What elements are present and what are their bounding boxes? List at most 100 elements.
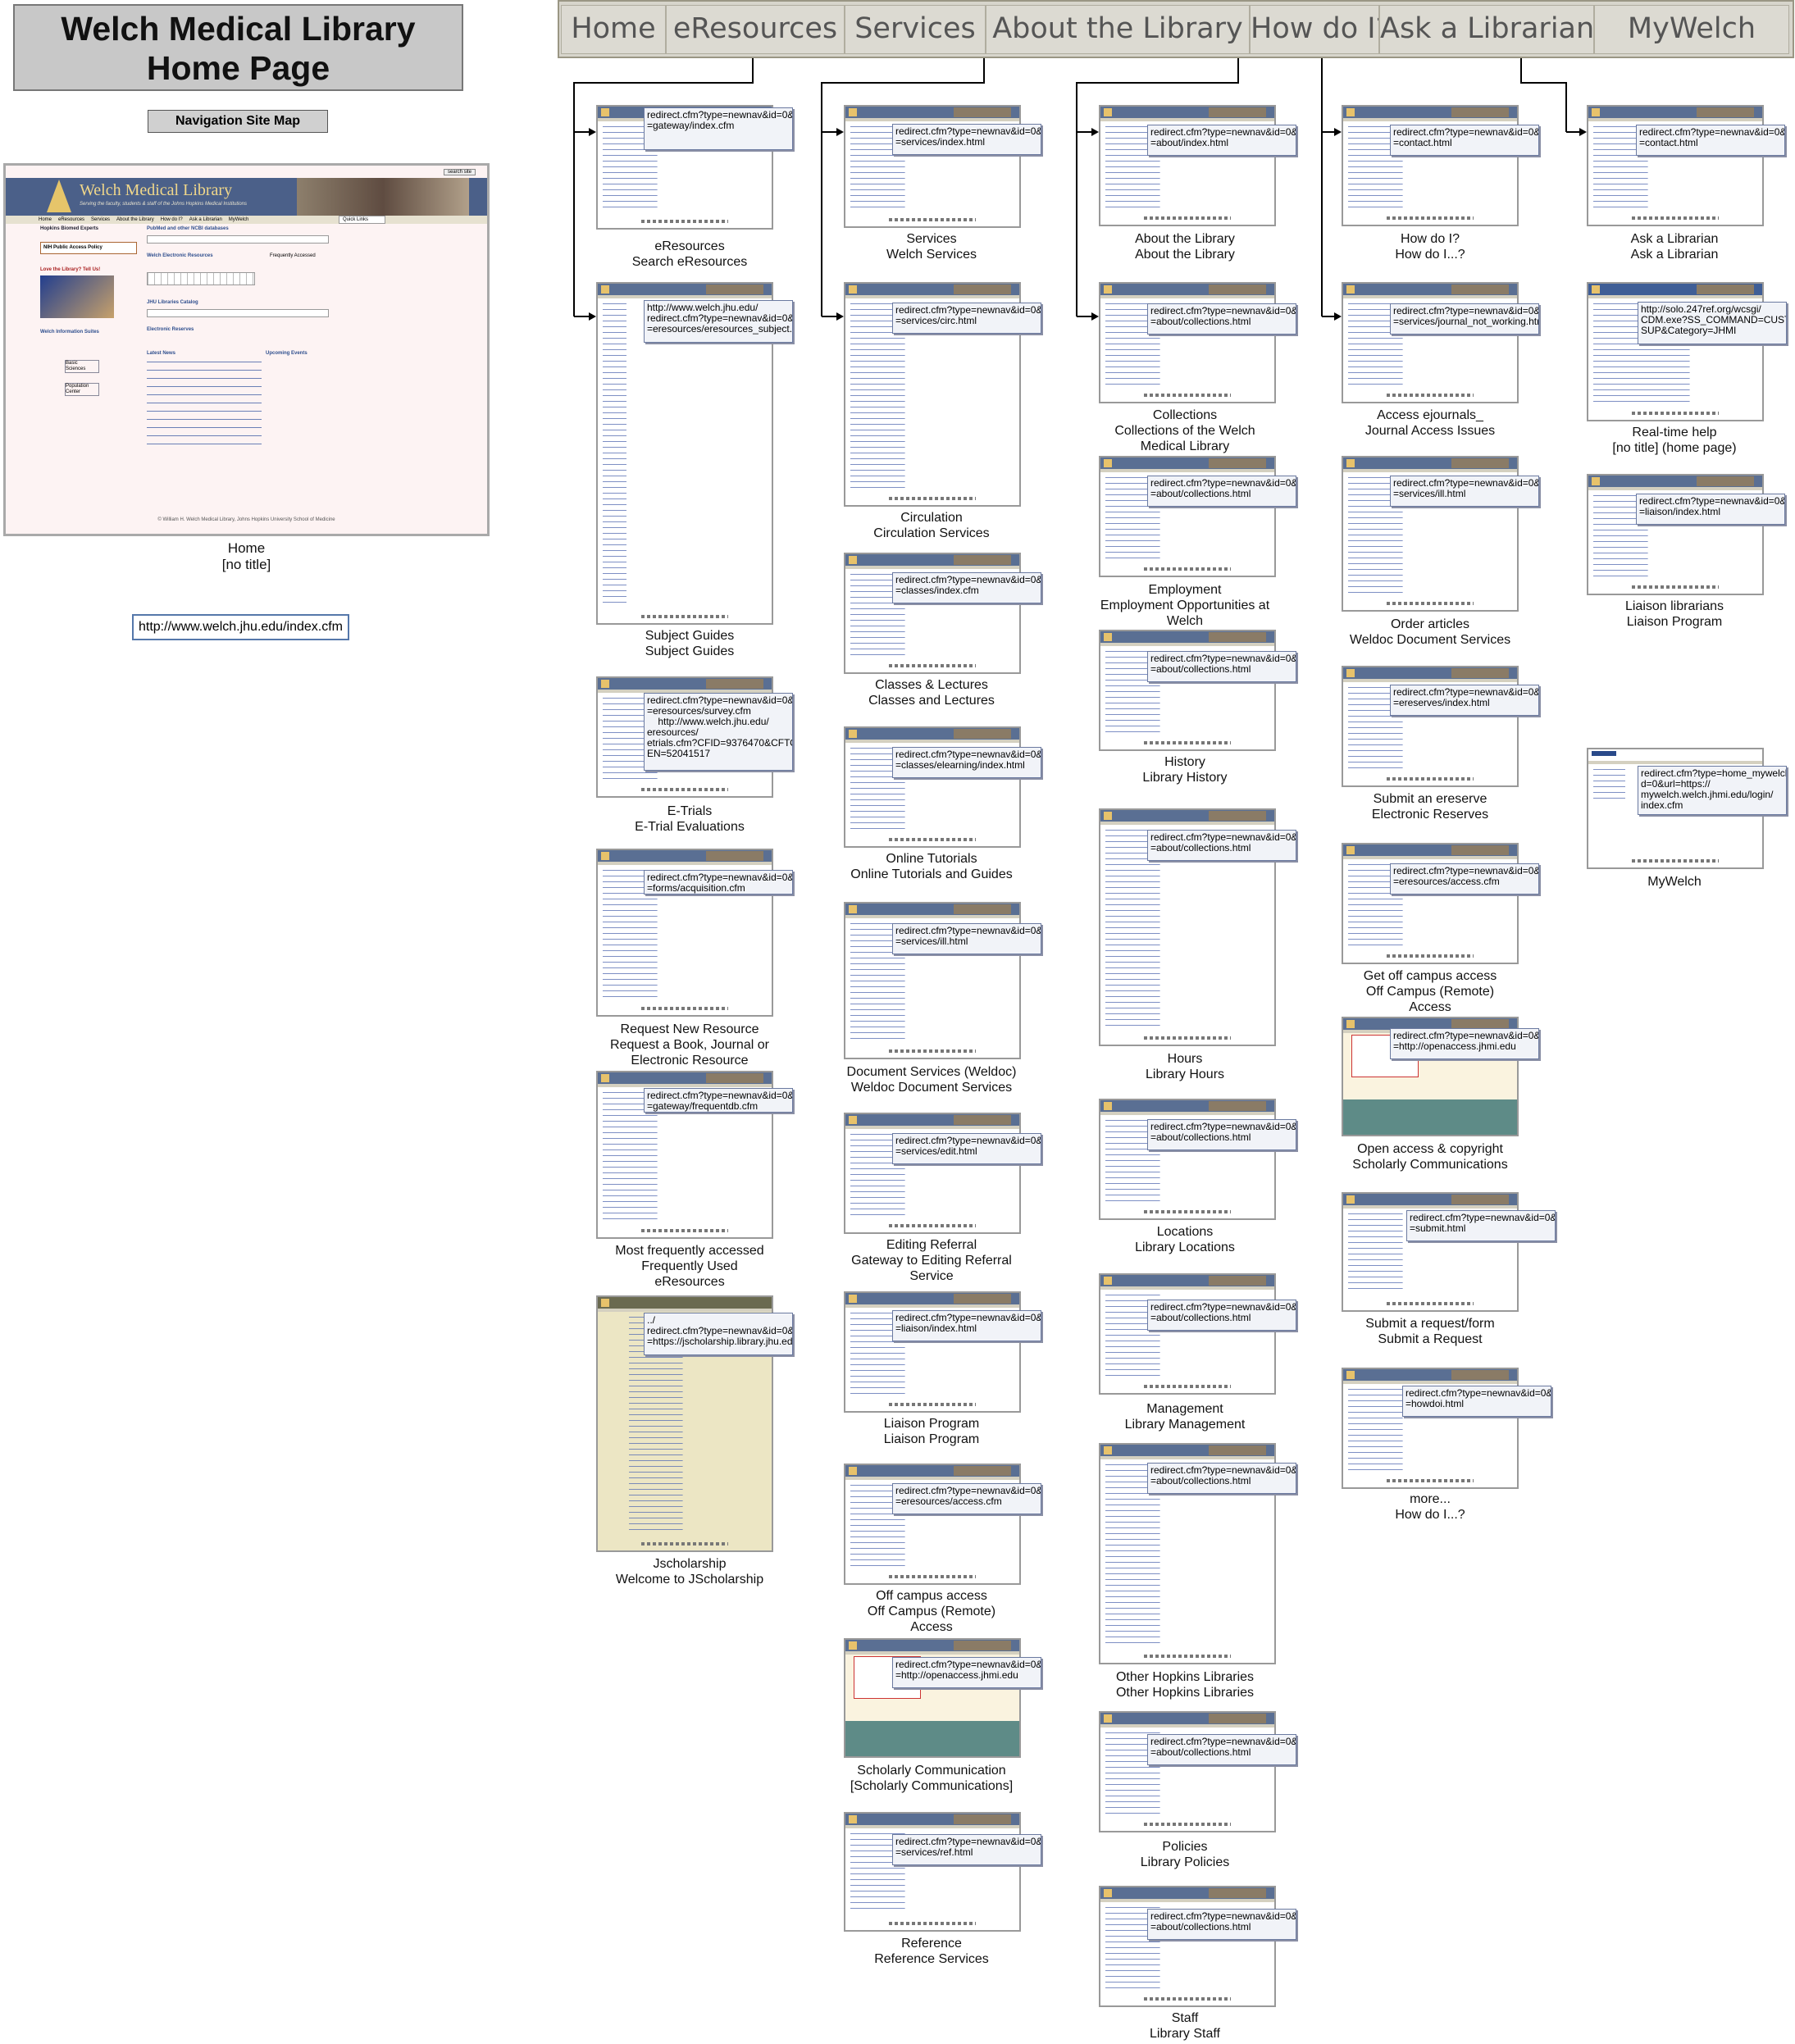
caption-how-ereserve: Submit an ereserve Electronic Reserves <box>1371 792 1489 822</box>
thumb-nav <box>845 295 1019 298</box>
thumb-header <box>598 678 772 690</box>
thumb-logo-icon <box>849 285 857 294</box>
thumb-logo-icon <box>1104 812 1112 820</box>
url-tooltip-how-submit: redirect.cfm?type=newnav&id=0&url =submi… <box>1406 1210 1556 1241</box>
caption-serv-edit: Editing Referral Gateway to Editing Refe… <box>851 1238 1012 1283</box>
url-tooltip-about-management: redirect.cfm?type=newnav&id=0&url =about… <box>1147 1300 1296 1331</box>
thumb-footer <box>889 664 976 667</box>
url-tooltip-serv-edit: redirect.cfm?type=newnav&id=0&url =servi… <box>892 1133 1041 1164</box>
thumb-logo-icon <box>601 285 609 294</box>
thumb-nav <box>1100 118 1274 121</box>
thumb-footer <box>889 218 976 221</box>
thumb-footer <box>889 1049 976 1053</box>
thumb-footer <box>641 1542 728 1546</box>
caption-about-history: History Library History <box>1142 755 1228 785</box>
url-tooltip-mywelch: redirect.cfm?type=home_mywelch&i d=0&url… <box>1638 766 1787 815</box>
thumb-nav <box>1100 469 1274 472</box>
page-thumbnail-serv-access[interactable] <box>844 1464 1021 1585</box>
page-thumbnail-serv-tutorials[interactable] <box>844 726 1021 848</box>
thumb-nav <box>845 1651 1019 1655</box>
thumb-nav <box>1343 679 1517 682</box>
url-tooltip-about-collections: redirect.cfm?type=newnav&id=0&url =about… <box>1147 303 1296 335</box>
thumb-header <box>1100 458 1274 469</box>
thumb-footer <box>641 615 728 618</box>
page-thumbnail-ask-contact[interactable] <box>1587 105 1764 226</box>
thumb-header <box>1100 631 1274 643</box>
page-thumbnail-about-history[interactable] <box>1099 630 1276 751</box>
page-thumbnail-how-index[interactable] <box>1342 105 1519 226</box>
page-thumbnail-about-policies[interactable] <box>1099 1711 1276 1832</box>
page-thumbnail-ask-liaison[interactable] <box>1587 474 1764 595</box>
page-thumbnail-how-access[interactable] <box>1342 843 1519 964</box>
thumb-header <box>1343 844 1517 856</box>
thumb-nav <box>1343 295 1517 298</box>
thumb-footer <box>1632 412 1719 415</box>
thumb-nav <box>598 862 772 865</box>
url-tooltip-ask-liaison: redirect.cfm?type=newnav&id=0&url =liais… <box>1636 494 1785 525</box>
url-tooltip-about-locations: redirect.cfm?type=newnav&id=0&url =about… <box>1147 1119 1296 1150</box>
thumb-oa-band <box>1343 1099 1517 1135</box>
thumb-logo-icon <box>1346 1020 1355 1028</box>
page-thumbnail-serv-classes[interactable] <box>844 553 1021 674</box>
thumb-logo-icon <box>601 108 609 116</box>
thumb-logo-icon <box>601 1299 609 1307</box>
caption-ask-realtime: Real-time help [no title] (home page) <box>1612 426 1737 455</box>
thumb-header <box>598 284 772 295</box>
thumb-footer <box>1144 1036 1231 1040</box>
caption-eres-jscholarship: Jscholarship Welcome to JScholarship <box>615 1557 764 1586</box>
url-tooltip-how-ill: redirect.cfm?type=newnav&id=0&url =servi… <box>1390 476 1539 507</box>
caption-serv-access: Off campus access Off Campus (Remote) Ac… <box>867 1589 996 1634</box>
url-tooltip-eres-gateway: redirect.cfm?type=newnav&id=0&url =gatew… <box>644 107 793 150</box>
thumb-logo-icon <box>849 1815 857 1823</box>
thumb-nav <box>1100 1724 1274 1728</box>
caption-about-locations: Locations Library Locations <box>1135 1225 1235 1254</box>
thumb-footer <box>1144 394 1231 397</box>
caption-about-employment: Employment Employment Opportunities at W… <box>1100 583 1270 628</box>
url-tooltip-ask-realtime: http://solo.247ref.org/wcsgi/ CDM.exe?SS… <box>1638 302 1787 344</box>
thumb-header <box>598 1072 772 1084</box>
caption-serv-ref: Reference Reference Services <box>874 1937 989 1966</box>
thumb-nav <box>1343 118 1517 121</box>
thumb-nav <box>598 295 772 298</box>
thumb-logo-icon <box>1104 108 1112 116</box>
thumb-header <box>1100 1887 1274 1899</box>
caption-eres-subject: Subject Guides Subject Guides <box>645 629 735 658</box>
connector <box>1520 58 1567 132</box>
url-tooltip-eres-jscholarship: ../ redirect.cfm?type=newnav&id=0&url =h… <box>644 1313 793 1355</box>
page-thumbnail-about-employment[interactable] <box>1099 456 1276 577</box>
thumb-footer <box>1144 1385 1231 1388</box>
page-thumbnail-serv-edit[interactable] <box>844 1113 1021 1234</box>
url-tooltip-about-index: redirect.cfm?type=newnav&id=0&url =about… <box>1147 125 1296 156</box>
caption-ask-liaison: Liaison librarians Liaison Program <box>1624 599 1724 629</box>
caption-how-index: How do I? How do I...? <box>1395 232 1465 262</box>
thumb-header <box>1588 107 1762 118</box>
thumb-logo-icon <box>849 108 857 116</box>
thumb-logo-icon <box>1104 633 1112 641</box>
page-thumbnail-how-journal[interactable] <box>1342 282 1519 403</box>
url-tooltip-about-hours: redirect.cfm?type=newnav&id=0&url =about… <box>1147 830 1296 861</box>
thumb-logo-icon <box>849 730 857 738</box>
page-thumbnail-about-staff[interactable] <box>1099 1886 1276 2007</box>
thumb-nav <box>1100 822 1274 825</box>
page-thumbnail-serv-oa[interactable] <box>844 1638 1021 1758</box>
page-thumbnail-about-index[interactable] <box>1099 105 1276 226</box>
caption-how-ill: Order articles Weldoc Document Services <box>1349 617 1511 647</box>
thumb-footer <box>1144 1997 1231 2001</box>
thumb-header <box>845 1465 1019 1477</box>
thumb-footer <box>641 220 728 223</box>
thumb-footer <box>1144 1210 1231 1213</box>
page-thumbnail-about-management[interactable] <box>1099 1273 1276 1395</box>
thumb-nav <box>845 118 1019 121</box>
thumb-footer <box>641 788 728 791</box>
thumb-logo-icon <box>1592 751 1616 756</box>
thumb-footer <box>1632 585 1719 589</box>
url-tooltip-serv-classes: redirect.cfm?type=newnav&id=0&url =class… <box>892 572 1041 603</box>
page-thumbnail-serv-ref[interactable] <box>844 1812 1021 1932</box>
page-thumbnail-about-locations[interactable] <box>1099 1099 1276 1220</box>
thumb-footer <box>1144 1655 1231 1658</box>
thumb-header <box>598 850 772 862</box>
page-thumbnail-about-collections[interactable] <box>1099 282 1276 403</box>
thumb-footer <box>1387 777 1474 781</box>
thumb-header <box>1100 1445 1274 1456</box>
caption-serv-liaison: Liaison Program Liaison Program <box>883 1417 980 1446</box>
